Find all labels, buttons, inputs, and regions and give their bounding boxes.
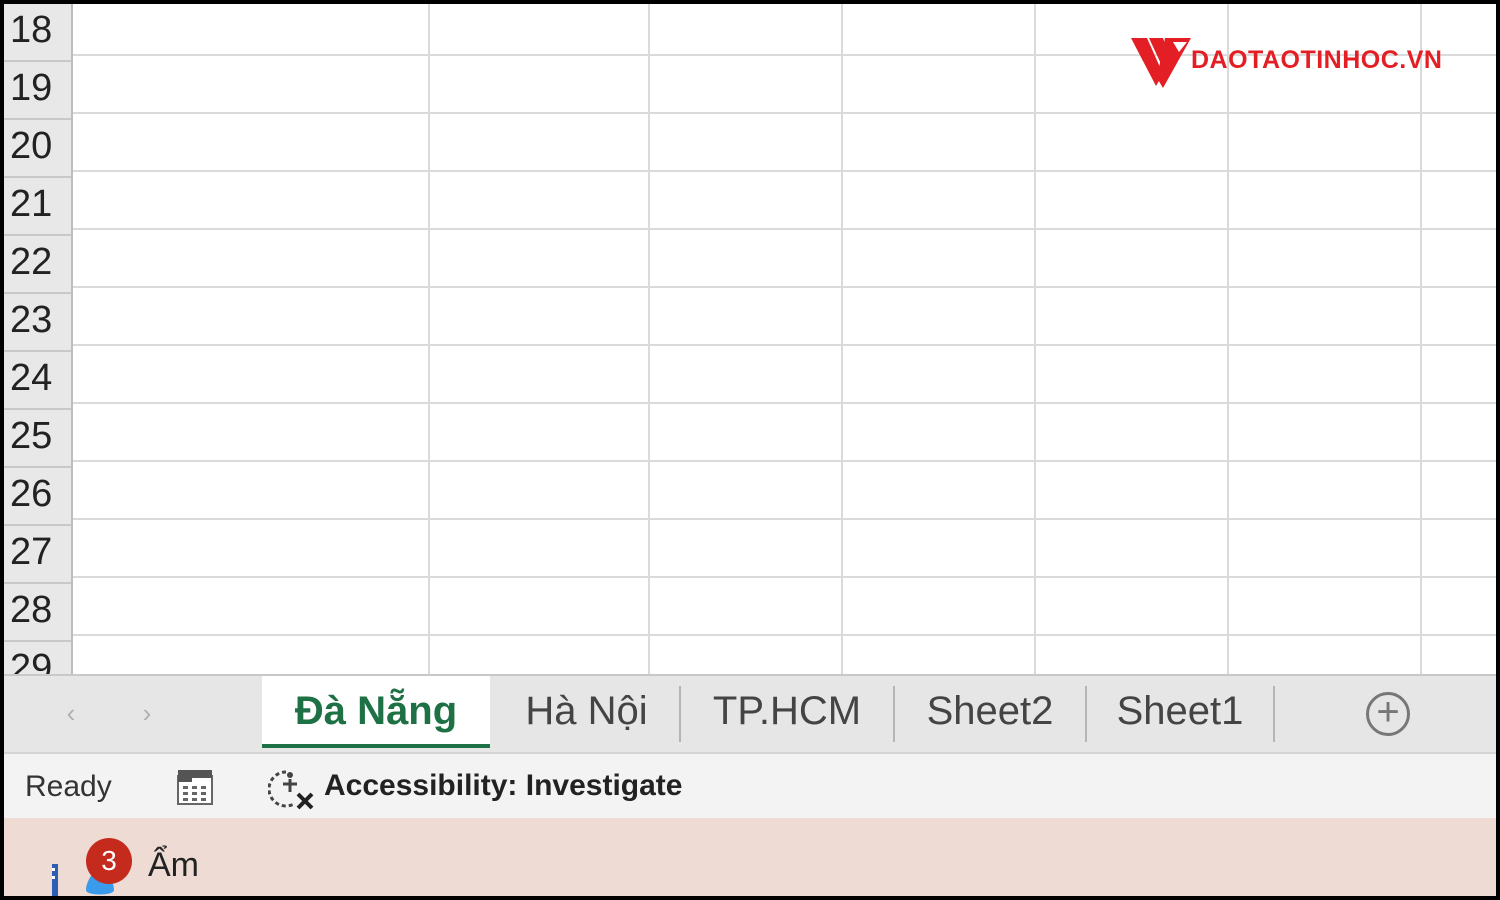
gridline (428, 4, 430, 674)
sheet-tab-tp-hcm[interactable]: TP.HCM (681, 676, 893, 748)
gridline (1034, 4, 1036, 674)
accessibility-investigate-icon[interactable] (268, 766, 318, 810)
gridline (73, 634, 1496, 636)
sheet-tab-sheet1[interactable]: Sheet1 (1087, 676, 1273, 748)
macro-recording-icon[interactable] (176, 768, 214, 806)
gridline (73, 112, 1496, 114)
row-header-23[interactable]: 23 (4, 294, 71, 352)
row-header-28[interactable]: 28 (4, 584, 71, 642)
gridline (841, 4, 843, 674)
sheet-tab-bar: ‹ › Đà Nẵng Hà Nội TP.HCM Sheet2 Sheet1 … (4, 674, 1496, 752)
worksheet-grid[interactable]: 18 19 20 21 22 23 24 25 26 27 28 29 DAOT… (4, 4, 1496, 674)
notification-badge: 3 (86, 838, 132, 884)
add-sheet-button[interactable]: + (1366, 692, 1410, 736)
logo-mark-icon (1131, 38, 1191, 88)
cell-area[interactable] (73, 4, 1496, 674)
prev-sheet-arrow-icon[interactable]: ‹ (56, 698, 86, 729)
row-header-22[interactable]: 22 (4, 236, 71, 294)
next-sheet-arrow-icon[interactable]: › (132, 698, 162, 729)
row-header-29[interactable]: 29 (4, 642, 71, 674)
row-header-19[interactable]: 19 (4, 62, 71, 120)
sheet-tab-sheet2[interactable]: Sheet2 (895, 676, 1085, 748)
row-header-20[interactable]: 20 (4, 120, 71, 178)
gridline (1227, 4, 1229, 674)
row-header-26[interactable]: 26 (4, 468, 71, 526)
gridline (73, 402, 1496, 404)
sheet-tab-da-nang[interactable]: Đà Nẵng (262, 676, 490, 748)
row-header-21[interactable]: 21 (4, 178, 71, 236)
row-headers: 18 19 20 21 22 23 24 25 26 27 28 29 (4, 4, 73, 674)
gridline (73, 344, 1496, 346)
sheet-tab-ha-noi[interactable]: Hà Nội (494, 676, 679, 748)
row-header-18[interactable]: 18 (4, 4, 71, 62)
row-header-24[interactable]: 24 (4, 352, 71, 410)
gridline (648, 4, 650, 674)
gridline (73, 576, 1496, 578)
status-bar: Ready Accessibility: Investigate (4, 752, 1496, 818)
tab-separator (1273, 686, 1275, 742)
gridline (73, 518, 1496, 520)
accessibility-status[interactable]: Accessibility: Investigate (324, 769, 682, 803)
logo-text: DAOTAOTINHOC.VN (1191, 46, 1443, 74)
row-header-27[interactable]: 27 (4, 526, 71, 584)
gridline (1420, 4, 1422, 674)
windows-taskbar: 3 Ẩm (4, 818, 1496, 896)
row-header-25[interactable]: 25 (4, 410, 71, 468)
status-ready: Ready (25, 770, 112, 803)
gridline (73, 228, 1496, 230)
weather-label[interactable]: Ẩm (148, 846, 199, 885)
plus-icon: + (1376, 690, 1400, 734)
excel-window: 18 19 20 21 22 23 24 25 26 27 28 29 DAOT… (4, 4, 1496, 896)
gridline (73, 460, 1496, 462)
daotaotinhoc-logo: DAOTAOTINHOC.VN (1129, 34, 1474, 94)
gridline (73, 286, 1496, 288)
gridline (73, 170, 1496, 172)
